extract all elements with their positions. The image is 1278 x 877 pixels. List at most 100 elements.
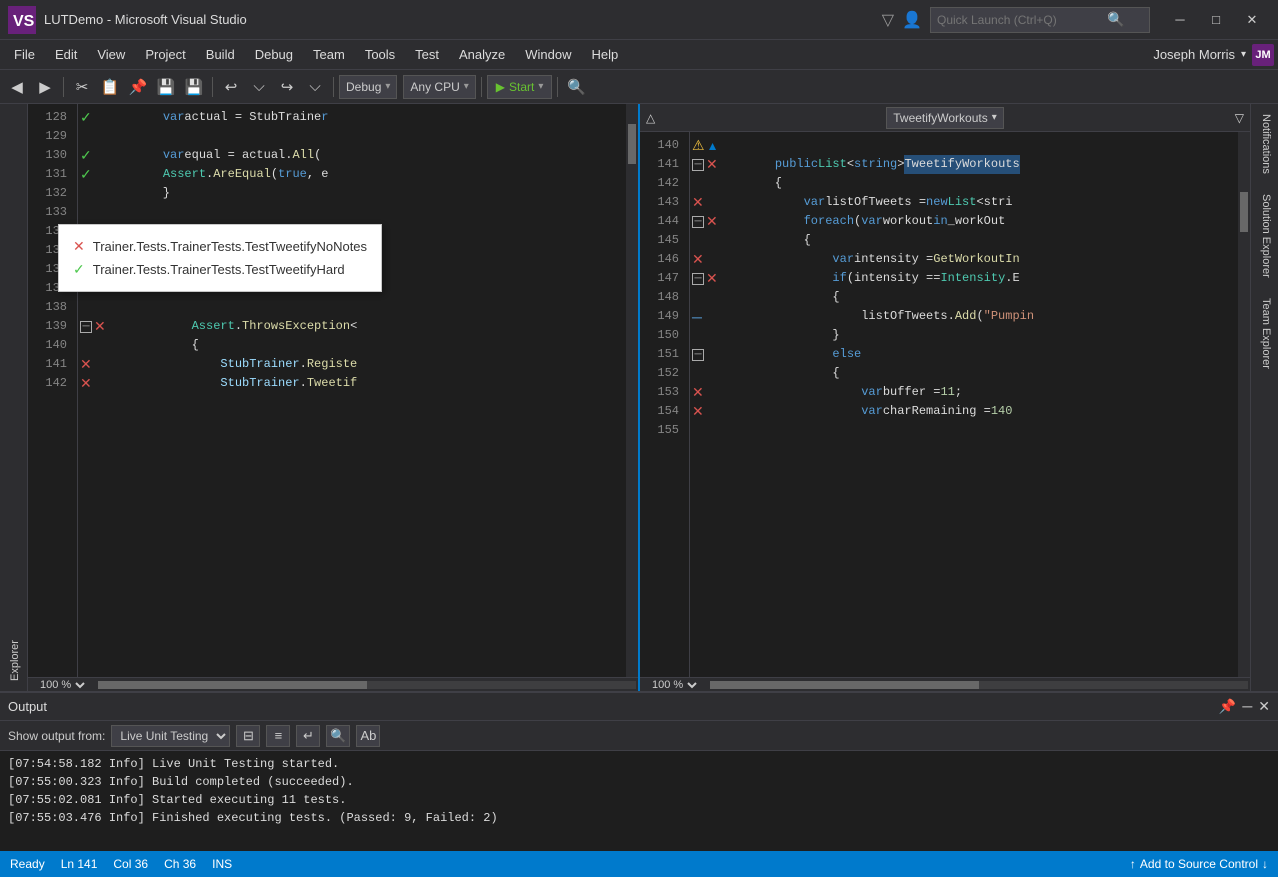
collapse-icon[interactable]: ─ xyxy=(692,273,704,285)
tweetify-dropdown-label: TweetifyWorkouts xyxy=(893,111,987,125)
menu-analyze[interactable]: Analyze xyxy=(449,43,515,66)
sidebar-item-toolbox[interactable]: Toolbox xyxy=(0,104,3,691)
output-ab-button[interactable]: Ab xyxy=(356,725,380,747)
indicator-row xyxy=(78,336,126,355)
indicator-row: ⚠▲ xyxy=(690,136,738,155)
indicator-row xyxy=(690,288,738,307)
menu-help[interactable]: Help xyxy=(582,43,629,66)
debug-mode-dropdown[interactable]: Debug ▾ xyxy=(339,75,397,99)
scrollbar-thumb[interactable] xyxy=(1240,192,1248,232)
header-nav-right: ▽ xyxy=(1235,111,1244,125)
maximize-button[interactable]: □ xyxy=(1198,6,1234,34)
menu-view[interactable]: View xyxy=(87,43,135,66)
undo-button[interactable]: ↩ xyxy=(218,74,244,100)
left-code-text[interactable]: var actual = StubTrainer var equal = act… xyxy=(126,104,626,677)
minimize-panel-icon[interactable]: ─ xyxy=(1242,698,1252,715)
close-button[interactable]: ✕ xyxy=(1234,6,1270,34)
line-number: 142 xyxy=(28,374,71,393)
copy-button[interactable]: 📋 xyxy=(97,74,123,100)
chevron-down-icon[interactable]: ▾ xyxy=(1241,49,1246,60)
menu-build[interactable]: Build xyxy=(196,43,245,66)
quick-launch-input[interactable] xyxy=(937,13,1107,27)
hscrollbar-thumb[interactable] xyxy=(710,681,979,689)
right-sidebar: Notifications Solution Explorer Team Exp… xyxy=(1250,104,1278,691)
output-clear-button[interactable]: ⊟ xyxy=(236,725,260,747)
search-tb-button[interactable]: 🔍 xyxy=(563,74,589,100)
sidebar-item-explorer[interactable]: Explorer xyxy=(3,104,27,691)
indicator-row: ─✕ xyxy=(690,212,738,231)
platform-dropdown[interactable]: Any CPU ▾ xyxy=(403,75,475,99)
status-ln[interactable]: Ln 141 xyxy=(61,857,98,871)
undo-arrow[interactable]: ⌵ xyxy=(246,74,272,100)
status-ch[interactable]: Ch 36 xyxy=(164,857,196,871)
nav-up-icon[interactable]: △ xyxy=(646,111,655,125)
zoom-control: 100 % xyxy=(640,678,708,692)
source-control-label[interactable]: Add to Source Control xyxy=(1140,857,1258,871)
tweetify-dropdown[interactable]: TweetifyWorkouts ▾ xyxy=(886,107,1004,129)
collapse-icon[interactable]: ─ xyxy=(80,321,92,333)
start-button[interactable]: ▶ Start ▾ xyxy=(487,75,553,99)
sidebar-item-notifications[interactable]: Notifications xyxy=(1251,104,1278,184)
status-ins[interactable]: INS xyxy=(212,857,232,871)
user-name[interactable]: Joseph Morris xyxy=(1153,47,1235,62)
output-wrap-button[interactable]: ↵ xyxy=(296,725,320,747)
code-line: { xyxy=(746,231,1230,250)
sidebar-item-solution-explorer[interactable]: Solution Explorer xyxy=(1251,184,1278,288)
right-hscrollbar[interactable] xyxy=(708,678,1250,692)
filter-icon[interactable]: ▽ xyxy=(882,10,894,30)
account-icon[interactable]: 👤 xyxy=(902,10,922,30)
saveall-button[interactable]: 💾 xyxy=(181,74,207,100)
right-code-text[interactable]: public List<string> TweetifyWorkouts { v… xyxy=(738,132,1238,677)
paste-button[interactable]: 📌 xyxy=(125,74,151,100)
output-line: [07:55:03.476 Info] Finished executing t… xyxy=(8,809,1270,827)
menu-file[interactable]: File xyxy=(4,43,45,66)
fail-indicator: ✕ xyxy=(94,318,106,335)
left-hscrollbar[interactable] xyxy=(96,678,638,692)
menu-test[interactable]: Test xyxy=(405,43,449,66)
output-source-dropdown[interactable]: Live Unit Testing xyxy=(111,725,230,747)
menu-edit[interactable]: Edit xyxy=(45,43,87,66)
code-line xyxy=(746,136,1230,155)
line-number: 132 xyxy=(28,184,71,203)
fail-indicator: ✕ xyxy=(706,156,718,173)
scrollbar-thumb[interactable] xyxy=(628,124,636,164)
chevron-down-icon: ▾ xyxy=(464,81,469,92)
hscrollbar-thumb[interactable] xyxy=(98,681,367,689)
menu-window[interactable]: Window xyxy=(515,43,581,66)
zoom-dropdown[interactable]: 100 % xyxy=(648,678,700,692)
indicator-row: ✓ xyxy=(78,165,126,184)
zoom-dropdown[interactable]: 100 % xyxy=(36,678,88,692)
up-arrow-icon[interactable]: ▲ xyxy=(707,140,719,152)
menu-debug[interactable]: Debug xyxy=(245,43,303,66)
right-scrollbar-vertical[interactable] xyxy=(1238,132,1250,677)
redo-button[interactable]: ↪ xyxy=(274,74,300,100)
code-line xyxy=(134,127,618,146)
menu-tools[interactable]: Tools xyxy=(355,43,405,66)
close-panel-icon[interactable]: ✕ xyxy=(1258,698,1270,715)
code-line: StubTrainer.Tweetif xyxy=(134,374,618,393)
indicator-row xyxy=(690,174,738,193)
pin-icon[interactable]: 📌 xyxy=(1219,698,1236,715)
chevron-down-icon: ▾ xyxy=(538,81,543,92)
cut-button[interactable]: ✂ xyxy=(69,74,95,100)
fail-indicator: ✕ xyxy=(80,375,92,392)
output-toggle-button[interactable]: ≡ xyxy=(266,725,290,747)
nav-down-icon[interactable]: ▽ xyxy=(1235,111,1244,125)
collapse-icon[interactable]: ─ xyxy=(692,349,704,361)
quick-launch-box[interactable]: 🔍 xyxy=(930,7,1150,33)
forward-button[interactable]: ▶ xyxy=(32,74,58,100)
redo-arrow[interactable]: ⌵ xyxy=(302,74,328,100)
collapse-icon[interactable]: ─ xyxy=(692,159,704,171)
back-button[interactable]: ◀ xyxy=(4,74,30,100)
status-col[interactable]: Col 36 xyxy=(113,857,148,871)
collapse-icon[interactable]: ─ xyxy=(692,216,704,228)
indicator-row: ✕ xyxy=(690,193,738,212)
left-scrollbar-vertical[interactable] xyxy=(626,104,638,677)
menu-project[interactable]: Project xyxy=(135,43,195,66)
menu-team[interactable]: Team xyxy=(303,43,355,66)
code-line: var actual = StubTrainer xyxy=(134,108,618,127)
minimize-button[interactable]: ─ xyxy=(1162,6,1198,34)
save-button[interactable]: 💾 xyxy=(153,74,179,100)
sidebar-item-team-explorer[interactable]: Team Explorer xyxy=(1251,288,1278,379)
output-find-button[interactable]: 🔍 xyxy=(326,725,350,747)
